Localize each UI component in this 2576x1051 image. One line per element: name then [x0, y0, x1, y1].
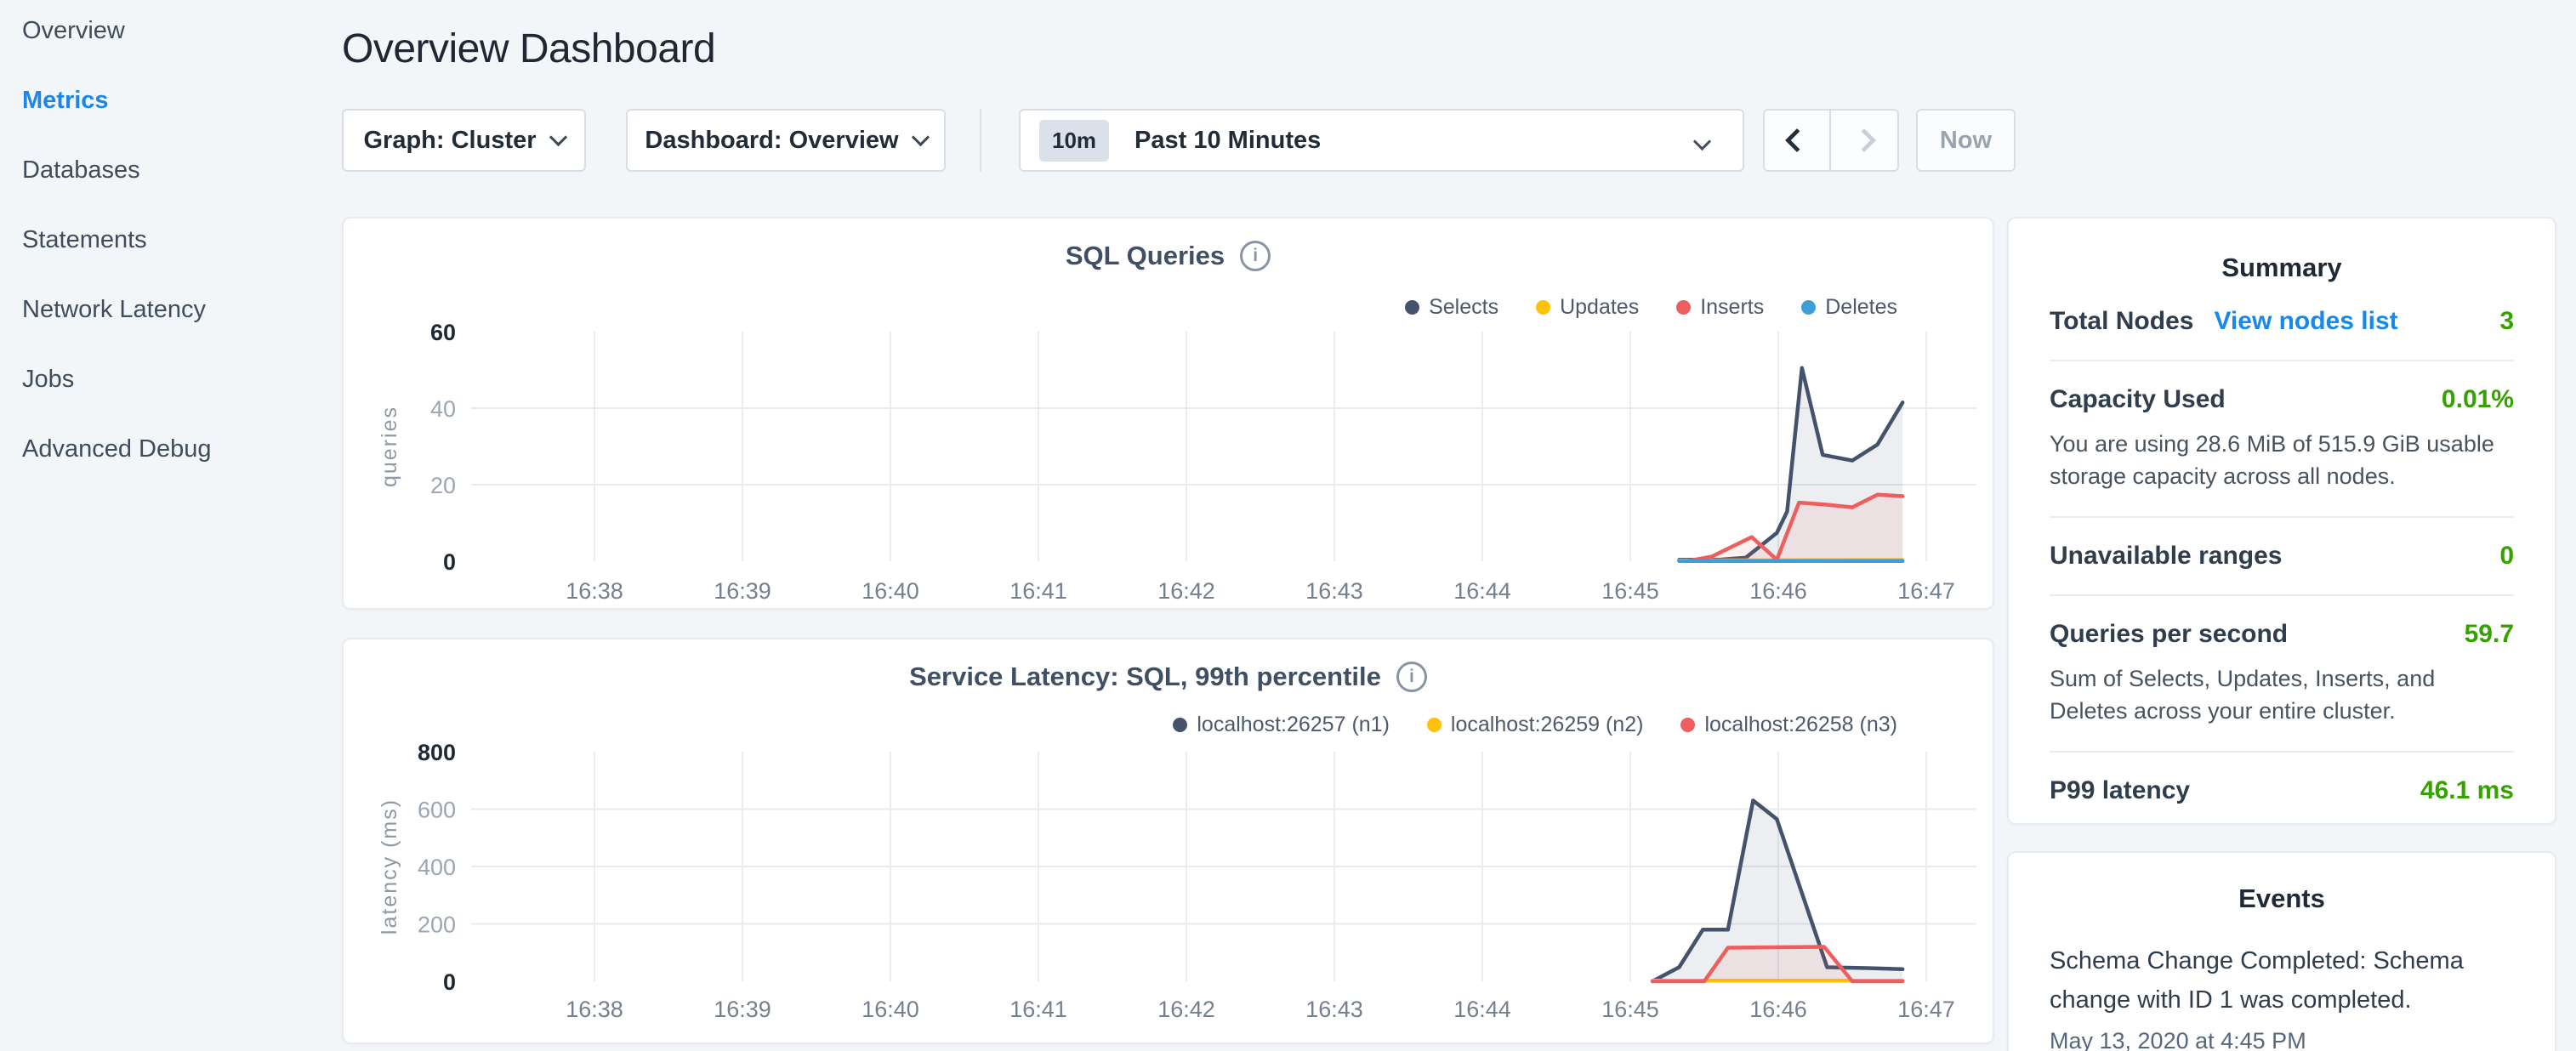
now-button[interactable]: Now [1916, 109, 2016, 172]
svg-text:200: 200 [418, 912, 456, 938]
svg-text:16:40: 16:40 [862, 578, 919, 604]
chevron-down-icon [549, 128, 567, 146]
svg-text:0: 0 [443, 549, 456, 575]
dashboard-dropdown-label: Dashboard: Overview [645, 126, 899, 154]
summary-value: 0.01% [2441, 385, 2514, 413]
svg-text:queries: queries [378, 406, 401, 487]
sidebar-item-jobs[interactable]: Jobs [22, 366, 328, 394]
toolbar-divider [980, 109, 981, 172]
svg-text:16:43: 16:43 [1305, 997, 1363, 1022]
graph-scope-dropdown[interactable]: Graph: Cluster [342, 109, 586, 172]
svg-text:16:42: 16:42 [1157, 997, 1215, 1022]
time-step-buttons [1763, 109, 1899, 172]
sql-queries-chart-canvas[interactable]: 16:38 16:39 16:40 16:41 16:42 16:43 16:44 16:45… [344, 219, 1996, 611]
svg-text:16:38: 16:38 [566, 997, 623, 1022]
service-latency-chart-canvas[interactable]: 16:38 16:39 16:40 16:41 16:42 16:43 16:44 16:45… [344, 639, 1996, 1046]
dashboard-dropdown[interactable]: Dashboard: Overview [626, 109, 946, 172]
sidebar-item-overview[interactable]: Overview [22, 17, 328, 45]
sidebar-item-databases[interactable]: Databases [22, 156, 328, 185]
toolbar: Graph: Cluster Dashboard: Overview 10m P… [342, 109, 2213, 172]
chevron-right-icon [1851, 128, 1877, 153]
summary-row-unavailable-ranges: Unavailable ranges 0 [2050, 518, 2514, 596]
sidebar-item-metrics[interactable]: Metrics [22, 87, 328, 115]
svg-text:16:38: 16:38 [566, 578, 623, 604]
svg-text:16:47: 16:47 [1897, 997, 1955, 1022]
summary-value: 3 [2499, 307, 2514, 335]
summary-label: Unavailable ranges [2050, 542, 2283, 570]
summary-row-queries-per-second: Queries per second 59.7 Sum of Selects, … [2050, 596, 2514, 753]
svg-text:0: 0 [443, 969, 456, 995]
svg-text:latency (ms): latency (ms) [378, 798, 401, 935]
summary-subtext: Sum of Selects, Updates, Inserts, and De… [2050, 666, 2436, 724]
svg-text:16:44: 16:44 [1453, 997, 1511, 1022]
svg-text:16:41: 16:41 [1009, 997, 1067, 1022]
svg-text:600: 600 [418, 798, 456, 823]
svg-text:16:43: 16:43 [1305, 578, 1363, 604]
summary-value: 59.7 [2464, 620, 2514, 648]
time-next-button[interactable] [1831, 111, 1897, 170]
metrics-page: Overview Metrics Databases Statements Ne… [0, 0, 2576, 1051]
svg-text:16:46: 16:46 [1749, 997, 1807, 1022]
sidebar-item-advanced-debug[interactable]: Advanced Debug [22, 435, 328, 463]
svg-text:16:46: 16:46 [1749, 578, 1807, 604]
svg-text:16:45: 16:45 [1601, 997, 1659, 1022]
summary-row-capacity-used: Capacity Used 0.01% You are using 28.6 M… [2050, 361, 2514, 518]
svg-text:800: 800 [418, 740, 456, 765]
summary-subtext: You are using 28.6 MiB of 515.9 GiB usab… [2050, 431, 2494, 489]
time-prev-button[interactable] [1765, 111, 1831, 170]
chevron-down-icon [911, 128, 930, 146]
sidebar-item-statements[interactable]: Statements [22, 226, 328, 254]
summary-value: 46.1 ms [2420, 776, 2514, 804]
summary-label: P99 latency [2050, 776, 2191, 804]
view-nodes-list-link[interactable]: View nodes list [2214, 307, 2397, 336]
time-range-label: Past 10 Minutes [1134, 126, 1322, 154]
summary-label: Queries per second [2050, 620, 2289, 648]
chevron-left-icon [1784, 128, 1810, 153]
event-item-timestamp: May 13, 2020 at 4:45 PM [2050, 1028, 2306, 1051]
svg-text:16:40: 16:40 [862, 997, 919, 1022]
events-title: Events [2238, 883, 2325, 913]
graph-scope-dropdown-label: Graph: Cluster [363, 126, 537, 154]
svg-text:16:47: 16:47 [1897, 578, 1955, 604]
sidebar-item-network-latency[interactable]: Network Latency [22, 296, 328, 324]
svg-text:60: 60 [430, 320, 456, 345]
svg-text:20: 20 [430, 473, 456, 498]
events-panel: Events Schema Change Completed: Schema c… [2007, 851, 2556, 1051]
svg-text:16:39: 16:39 [714, 997, 771, 1022]
sql-queries-chart-card: SQL Queries i Selects Updates Inserts Delet… [342, 217, 1994, 610]
chevron-down-icon [1692, 132, 1712, 151]
sidebar-nav: Overview Metrics Databases Statements Ne… [22, 17, 328, 505]
time-range-badge: 10m [1039, 119, 1110, 162]
svg-text:16:42: 16:42 [1157, 578, 1215, 604]
event-item-text: Schema Change Completed: Schema change w… [2050, 947, 2464, 1014]
summary-label: Total Nodes [2050, 307, 2194, 335]
service-latency-chart-card: Service Latency: SQL, 99th percentile i … [342, 638, 1994, 1044]
svg-text:16:44: 16:44 [1453, 578, 1511, 604]
summary-label: Capacity Used [2050, 385, 2226, 413]
summary-row-total-nodes: Total Nodes View nodes list 3 [2050, 283, 2514, 361]
summary-panel: Summary Total Nodes View nodes list 3 Ca… [2007, 217, 2556, 825]
svg-text:16:45: 16:45 [1601, 578, 1659, 604]
summary-value: 0 [2499, 542, 2514, 570]
summary-row-p99-latency: P99 latency 46.1 ms [2050, 753, 2514, 829]
summary-title: Summary [2221, 253, 2342, 282]
time-range-dropdown[interactable]: 10m Past 10 Minutes [1019, 109, 1744, 172]
svg-text:400: 400 [418, 855, 456, 880]
page-title: Overview Dashboard [342, 26, 716, 71]
svg-text:16:39: 16:39 [714, 578, 771, 604]
svg-text:16:41: 16:41 [1009, 578, 1067, 604]
svg-text:40: 40 [430, 396, 456, 422]
